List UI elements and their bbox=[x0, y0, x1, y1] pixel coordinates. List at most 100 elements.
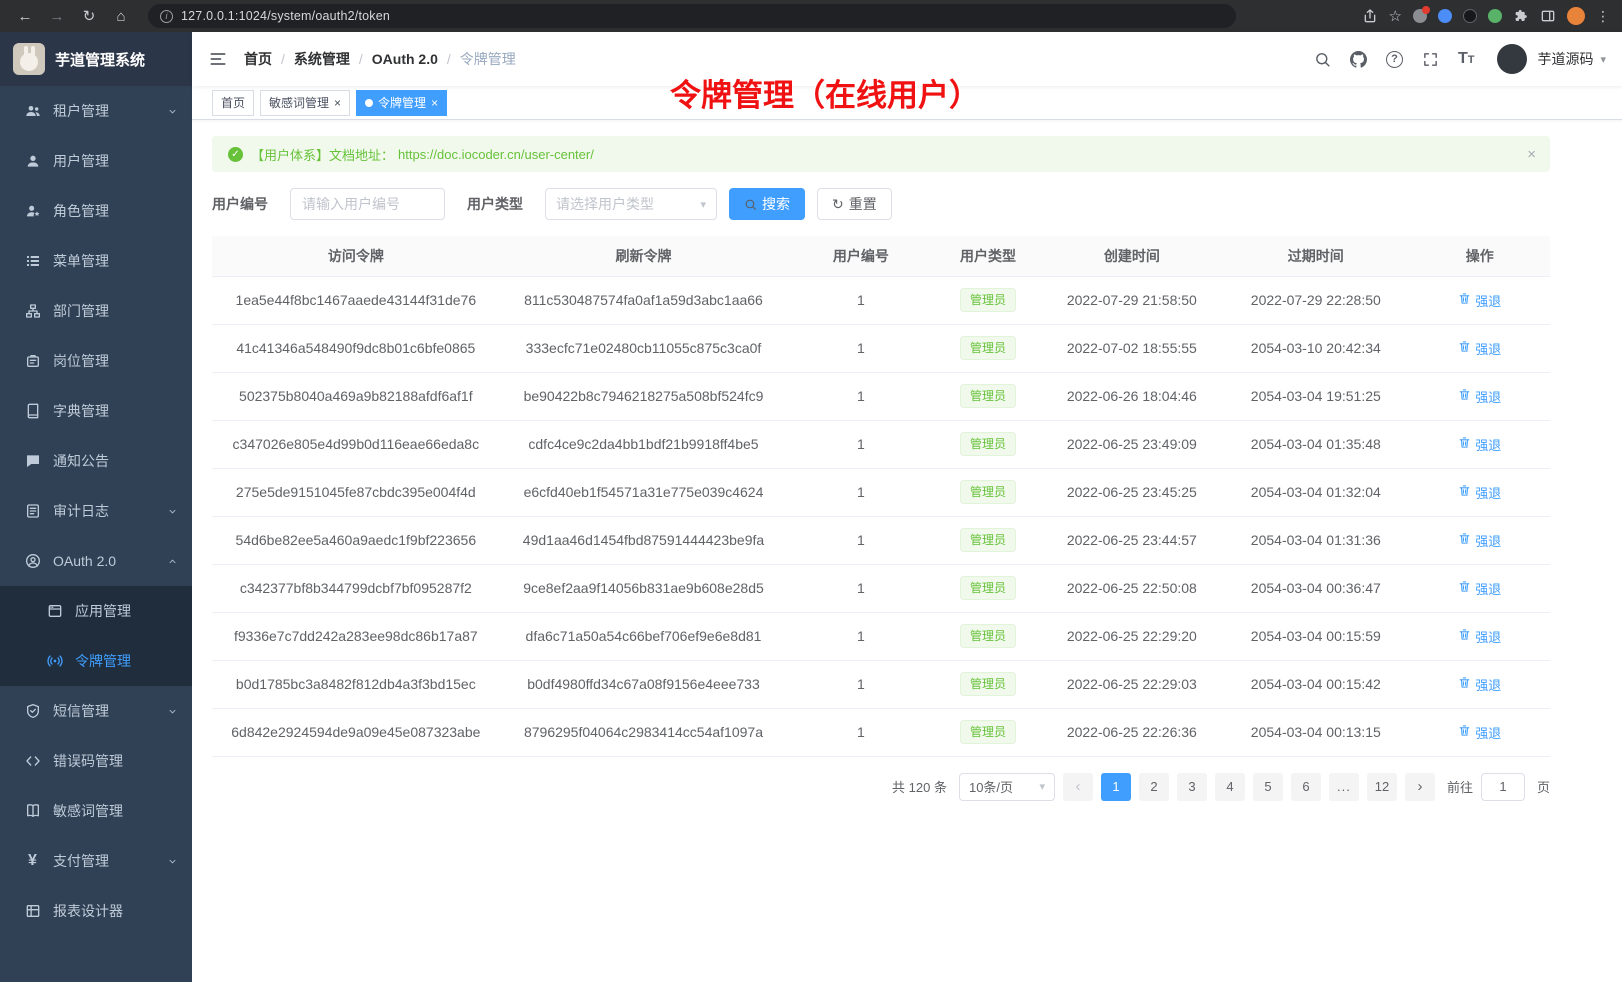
tab-sensitive-word[interactable]: 敏感词管理× bbox=[260, 90, 350, 116]
sidebar-item-oauth-app[interactable]: 应用管理 bbox=[0, 586, 192, 636]
close-tab-icon[interactable]: × bbox=[334, 96, 341, 110]
sidebar-item-pay[interactable]: ¥支付管理 bbox=[0, 836, 192, 886]
breadcrumb-item[interactable]: 系统管理 bbox=[294, 49, 350, 69]
reset-button[interactable]: ↻ 重置 bbox=[817, 188, 892, 220]
bookmark-star-icon[interactable]: ☆ bbox=[1389, 7, 1402, 25]
sidebar-item-user[interactable]: 用户管理 bbox=[0, 136, 192, 186]
sidebar-item-tenant[interactable]: 租户管理 bbox=[0, 86, 192, 136]
breadcrumb-item[interactable]: 首页 bbox=[244, 49, 272, 69]
search-button[interactable]: 搜索 bbox=[729, 188, 805, 220]
trash-icon bbox=[1458, 292, 1471, 308]
force-logout-label: 强退 bbox=[1475, 531, 1501, 550]
close-tab-icon[interactable]: × bbox=[431, 96, 438, 110]
profile-avatar[interactable] bbox=[1567, 7, 1585, 25]
sidebar-item-audit-log[interactable]: 审计日志 bbox=[0, 486, 192, 536]
force-logout-button[interactable]: 强退 bbox=[1458, 387, 1501, 406]
force-logout-button[interactable]: 强退 bbox=[1458, 627, 1501, 646]
extension-dark-icon[interactable] bbox=[1463, 9, 1477, 23]
page-size-select[interactable]: 10条/页 ▾ bbox=[959, 773, 1055, 801]
sidebar-item-oauth-token[interactable]: 令牌管理 bbox=[0, 636, 192, 686]
goto-page-input[interactable] bbox=[1481, 773, 1525, 801]
sidebar-item-sms[interactable]: 短信管理 bbox=[0, 686, 192, 736]
page-button-4[interactable]: 4 bbox=[1215, 773, 1245, 801]
sidebar-item-oauth[interactable]: OAuth 2.0 bbox=[0, 536, 192, 586]
sidebar-item-post[interactable]: 岗位管理 bbox=[0, 336, 192, 386]
refresh-icon: ↻ bbox=[832, 197, 844, 211]
extension-red-badge-icon[interactable] bbox=[1413, 9, 1427, 23]
navbar-right: ? TT 芋道源码 ▾ bbox=[1314, 44, 1606, 74]
page-button-12[interactable]: 12 bbox=[1367, 773, 1397, 801]
force-logout-button[interactable]: 强退 bbox=[1458, 291, 1501, 310]
force-logout-button[interactable]: 强退 bbox=[1458, 483, 1501, 502]
page-button-6[interactable]: 6 bbox=[1291, 773, 1321, 801]
breadcrumb-item[interactable]: OAuth 2.0 bbox=[372, 51, 438, 67]
extension-blue-icon[interactable] bbox=[1438, 9, 1452, 23]
page-button-2[interactable]: 2 bbox=[1139, 773, 1169, 801]
side-panel-icon[interactable] bbox=[1540, 8, 1556, 24]
refresh-token-cell: b0df4980ffd34c67a08f9156e4eee733 bbox=[500, 660, 788, 708]
prev-page-button[interactable]: ‹ bbox=[1063, 773, 1093, 801]
tab-home[interactable]: 首页 bbox=[212, 90, 254, 116]
extension-green-icon[interactable] bbox=[1488, 9, 1502, 23]
success-icon: ✓ bbox=[228, 147, 243, 162]
forward-icon[interactable]: → bbox=[44, 4, 70, 28]
access-token-cell: c342377bf8b344799dcbf7bf095287f2 bbox=[212, 564, 500, 612]
created-time-cell: 2022-06-25 22:29:03 bbox=[1042, 660, 1223, 708]
page-button-3[interactable]: 3 bbox=[1177, 773, 1207, 801]
force-logout-button[interactable]: 强退 bbox=[1458, 723, 1501, 742]
sidebar-item-dict[interactable]: 字典管理 bbox=[0, 386, 192, 436]
close-alert-icon[interactable]: × bbox=[1527, 146, 1536, 163]
chevron-down-icon bbox=[166, 105, 178, 117]
browser-menu-icon[interactable]: ⋮ bbox=[1596, 8, 1610, 25]
tab-token[interactable]: 令牌管理× bbox=[356, 90, 447, 116]
sidebar-item-role[interactable]: 角色管理 bbox=[0, 186, 192, 236]
font-size-icon[interactable]: TT bbox=[1458, 50, 1475, 68]
github-icon[interactable] bbox=[1350, 51, 1367, 68]
sidebar-item-notice[interactable]: 通知公告 bbox=[0, 436, 192, 486]
table-row: c347026e805e4d99b0d116eae66eda8ccdfc4ce9… bbox=[212, 420, 1550, 468]
user-id-cell: 1 bbox=[787, 468, 934, 516]
next-page-button[interactable]: › bbox=[1405, 773, 1435, 801]
screen: ← → ↻ ⌂ i 127.0.0.1:1024/system/oauth2/t… bbox=[0, 0, 1622, 982]
force-logout-button[interactable]: 强退 bbox=[1458, 579, 1501, 598]
site-info-icon[interactable]: i bbox=[160, 10, 173, 23]
url-bar[interactable]: i 127.0.0.1:1024/system/oauth2/token bbox=[148, 4, 1236, 28]
page-button-5[interactable]: 5 bbox=[1253, 773, 1283, 801]
user-name[interactable]: 芋道源码 bbox=[1537, 49, 1593, 69]
force-logout-button[interactable]: 强退 bbox=[1458, 675, 1501, 694]
page-button-1[interactable]: 1 bbox=[1101, 773, 1131, 801]
more-pages-button[interactable]: ... bbox=[1329, 773, 1359, 801]
reload-icon[interactable]: ↻ bbox=[76, 4, 102, 28]
user-type-select[interactable]: 请选择用户类型 ▾ bbox=[545, 188, 717, 220]
dept-icon bbox=[24, 303, 41, 320]
force-logout-button[interactable]: 强退 bbox=[1458, 531, 1501, 550]
collapse-sidebar-icon[interactable] bbox=[208, 49, 228, 69]
share-icon[interactable] bbox=[1362, 8, 1378, 24]
app-title: 芋道管理系统 bbox=[55, 49, 145, 70]
user-type-cell: 管理员 bbox=[934, 708, 1041, 756]
table-row: c342377bf8b344799dcbf7bf095287f29ce8ef2a… bbox=[212, 564, 1550, 612]
user-avatar[interactable] bbox=[1497, 44, 1527, 74]
table-row: f9336e7c7dd242a283ee98dc86b17a87dfa6c71a… bbox=[212, 612, 1550, 660]
force-logout-button[interactable]: 强退 bbox=[1458, 435, 1501, 454]
fullscreen-icon[interactable] bbox=[1422, 51, 1439, 68]
refresh-token-cell: 49d1aa46d1454fbd87591444423be9fa bbox=[500, 516, 788, 564]
home-icon[interactable]: ⌂ bbox=[108, 4, 134, 28]
user-id-cell: 1 bbox=[787, 372, 934, 420]
help-icon[interactable]: ? bbox=[1386, 51, 1403, 68]
force-logout-button[interactable]: 强退 bbox=[1458, 339, 1501, 358]
user-id-input[interactable] bbox=[290, 188, 445, 220]
sidebar-item-report[interactable]: 报表设计器 bbox=[0, 886, 192, 936]
sidebar-item-error-code[interactable]: 错误码管理 bbox=[0, 736, 192, 786]
sidebar-item-menu[interactable]: 菜单管理 bbox=[0, 236, 192, 286]
back-icon[interactable]: ← bbox=[12, 4, 38, 28]
chevron-down-icon[interactable]: ▾ bbox=[1600, 53, 1606, 66]
breadcrumb-separator: / bbox=[447, 51, 451, 67]
sidebar-item-dept[interactable]: 部门管理 bbox=[0, 286, 192, 336]
sidebar-item-sensitive-word[interactable]: 敏感词管理 bbox=[0, 786, 192, 836]
sidebar-item-label: 令牌管理 bbox=[75, 651, 131, 671]
search-icon[interactable] bbox=[1314, 51, 1331, 68]
user-type-badge: 管理员 bbox=[960, 336, 1016, 360]
alert-link[interactable]: https://doc.iocoder.cn/user-center/ bbox=[398, 147, 594, 162]
puzzle-icon[interactable] bbox=[1513, 8, 1529, 24]
